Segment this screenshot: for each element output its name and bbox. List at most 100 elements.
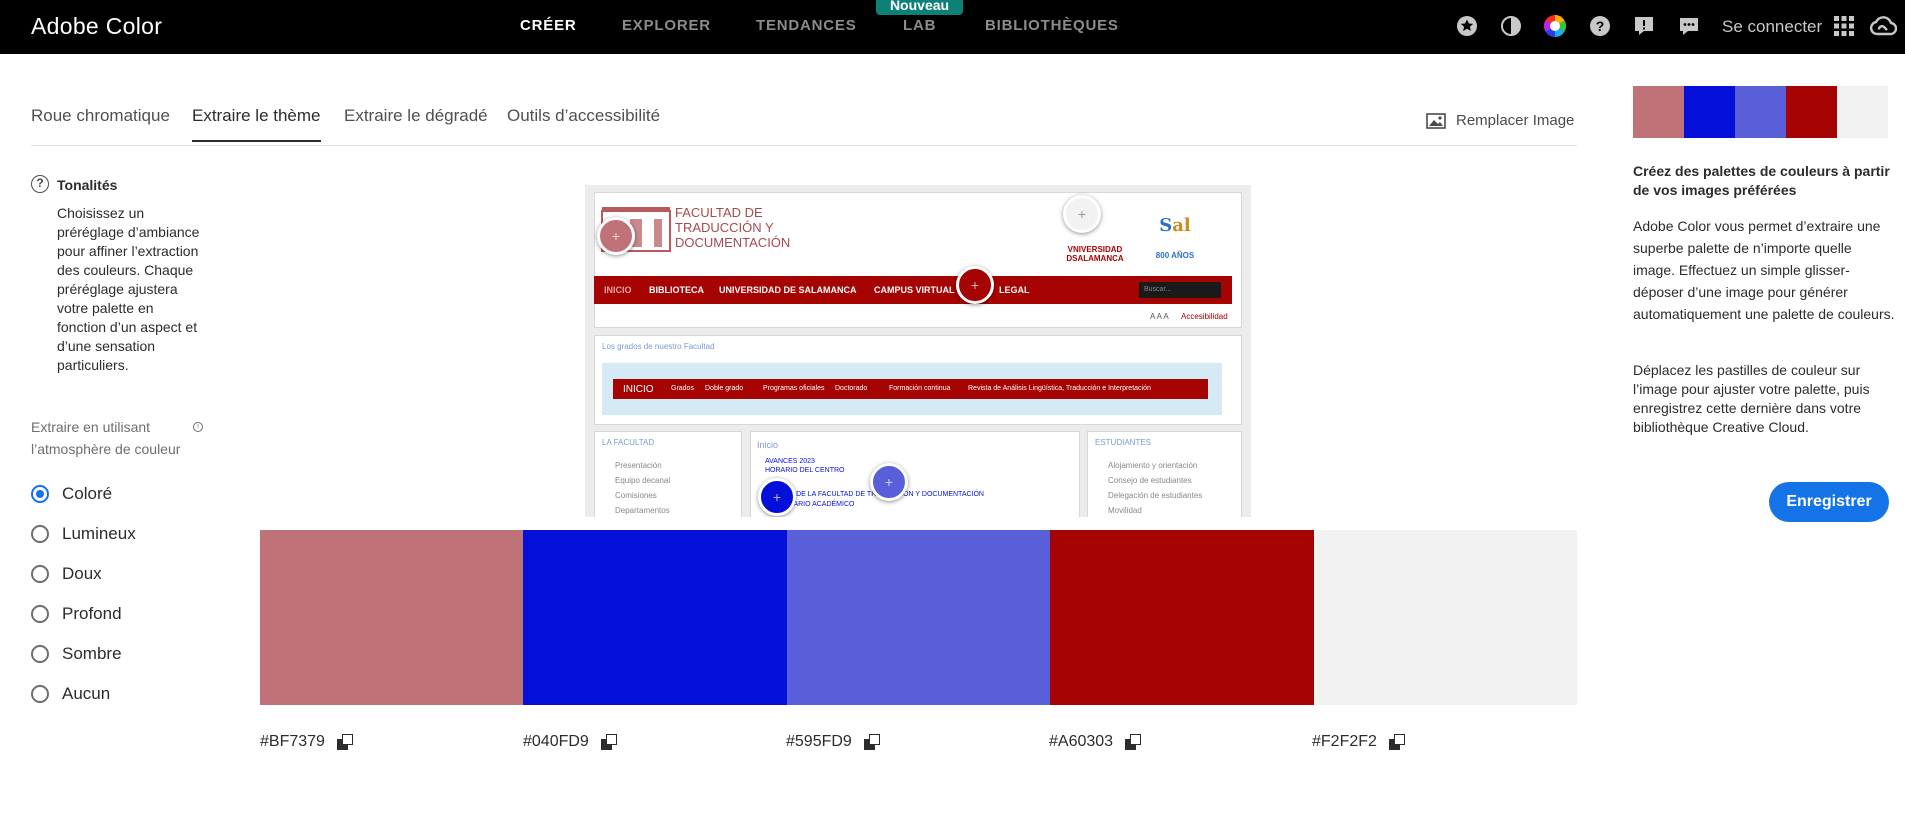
- hex-value-2: #040FD9: [523, 733, 618, 751]
- mode-tabs: Roue chromatique Extraire le thème Extra…: [31, 106, 1577, 146]
- info-icon[interactable]: i: [193, 422, 203, 432]
- hex-code[interactable]: #BF7379: [260, 733, 325, 751]
- preview-menu-item: LEGAL: [999, 285, 1030, 295]
- nav-item-explorer[interactable]: EXPLORER: [622, 17, 711, 34]
- tone-description: Choisissez un préréglage d’ambiance pour…: [57, 205, 200, 373]
- right-box-title: ESTUDIANTES: [1095, 438, 1152, 447]
- nav-item-creer[interactable]: CRÉER: [520, 17, 577, 34]
- color-handle-3[interactable]: +: [870, 463, 908, 501]
- inner-menu-item: Grados: [671, 385, 694, 392]
- contrast-icon[interactable]: [1499, 14, 1523, 38]
- hex-code[interactable]: #F2F2F2: [1312, 733, 1377, 751]
- mini-swatch-4: [1786, 86, 1837, 138]
- color-handle-2[interactable]: +: [758, 478, 796, 516]
- right-box-item: Movilidad: [1108, 506, 1142, 515]
- mood-radio-deep[interactable]: Profond: [31, 604, 122, 624]
- mood-radio-none[interactable]: Aucun: [31, 684, 110, 704]
- mood-radio-colorful[interactable]: Coloré: [31, 484, 112, 504]
- font-size-controls: A A A: [1150, 312, 1169, 321]
- tab-color-wheel[interactable]: Roue chromatique: [31, 106, 170, 140]
- inner-menu-item: Doble grado: [705, 385, 744, 392]
- preview-menu-item: UNIVERSIDAD DE SALAMANCA: [719, 285, 857, 295]
- palette-swatch-2[interactable]: [523, 530, 787, 705]
- right-box-item: Consejo de estudiantes: [1108, 476, 1192, 485]
- mood-radio-bright[interactable]: Lumineux: [31, 524, 136, 544]
- university-name: VNIVERSIDAD DSALAMANCA: [1066, 245, 1124, 263]
- hex-value-5: #F2F2F2: [1312, 733, 1406, 751]
- hex-code[interactable]: #040FD9: [523, 733, 589, 751]
- nav-item-tendances[interactable]: TENDANCES: [756, 17, 857, 34]
- mood-label: Doux: [62, 564, 102, 583]
- palette-swatch-1[interactable]: [260, 530, 524, 705]
- copy-icon[interactable]: [1125, 733, 1142, 751]
- copy-icon[interactable]: [600, 733, 618, 751]
- palette-swatch-5[interactable]: [1313, 530, 1578, 705]
- chat-icon[interactable]: [1677, 14, 1701, 38]
- hex-code[interactable]: #A60303: [1049, 733, 1113, 751]
- signin-link[interactable]: Se connecter: [1722, 17, 1822, 37]
- right-box-item: Delegación de estudiantes: [1108, 491, 1203, 500]
- copy-icon[interactable]: [1388, 733, 1406, 751]
- color-handle-5[interactable]: +: [1063, 195, 1101, 233]
- app-title[interactable]: Adobe Color: [31, 13, 162, 40]
- inner-menu-item: Revista de Análisis Lingüística, Traducc…: [968, 385, 1151, 392]
- mini-swatch-3: [1735, 86, 1786, 138]
- palette-swatches: [260, 530, 1578, 705]
- preview-search: Buscar...: [1139, 282, 1221, 298]
- creative-cloud-icon[interactable]: [1868, 14, 1898, 38]
- nav-item-bibliotheques[interactable]: BIBLIOTHÈQUES: [985, 17, 1119, 34]
- radio-dot: [31, 525, 49, 543]
- hex-code[interactable]: #595FD9: [786, 733, 852, 751]
- left-box-item: Departamentos: [615, 506, 670, 515]
- tab-extract-gradient[interactable]: Extraire le dégradé: [344, 106, 488, 140]
- anniversary-logo: Sal: [1159, 215, 1191, 236]
- apps-grid-icon[interactable]: [1832, 14, 1856, 38]
- right-box-item: Alojamiento y orientación: [1108, 461, 1198, 470]
- faculty-name: FACULTAD DE TRADUCCIÓN Y DOCUMENTACIÓN: [675, 205, 791, 250]
- feedback-icon[interactable]: [1632, 14, 1656, 38]
- left-box-title: LA FACULTAD: [602, 438, 655, 447]
- nav-item-lab[interactable]: LAB: [903, 17, 936, 34]
- palette-swatch-4[interactable]: [1050, 530, 1314, 705]
- mood-label: Aucun: [62, 684, 111, 703]
- hex-value-4: #A60303: [1049, 733, 1142, 751]
- palette-swatch-3[interactable]: [786, 530, 1051, 705]
- color-wheel-icon[interactable]: [1543, 14, 1567, 38]
- mini-swatch-1: [1633, 86, 1684, 138]
- accessibility-link: Accesibilidad: [1181, 312, 1228, 321]
- tab-extract-theme[interactable]: Extraire le thème: [192, 106, 321, 142]
- info-paragraph-2: Déplacez les pastilles de couleur sur l’…: [1633, 362, 1870, 435]
- radio-dot: [31, 685, 49, 703]
- replace-image-button[interactable]: Remplacer Image: [1426, 112, 1574, 129]
- mood-radio-muted[interactable]: Doux: [31, 564, 102, 584]
- color-handle-1[interactable]: +: [597, 217, 635, 255]
- tab-accessibility-tools[interactable]: Outils d’accessibilité: [507, 106, 660, 140]
- radio-dot: [31, 565, 49, 583]
- image-icon: [1426, 112, 1446, 129]
- inner-menu-item: Doctorado: [835, 385, 868, 392]
- inner-menu-item: Programas oficiales: [763, 385, 825, 392]
- source-image-preview[interactable]: FACULTAD DE TRADUCCIÓN Y DOCUMENTACIÓN V…: [585, 185, 1251, 517]
- star-icon[interactable]: [1455, 14, 1479, 38]
- left-box-item: Comisiones: [615, 491, 657, 500]
- info-paragraph-1: Adobe Color vous permet d’extraire une s…: [1633, 218, 1895, 322]
- inner-menu-item: Formación continua: [889, 385, 951, 392]
- inner-menu-item: INICIO: [623, 384, 654, 395]
- preview-inner-menu: INICIO Grados Doble grado Programas ofic…: [613, 379, 1208, 399]
- save-button[interactable]: Enregistrer: [1769, 482, 1889, 522]
- preview-menu-bar: INICIO BIBLIOTECA UNIVERSIDAD DE SALAMAN…: [594, 276, 1232, 304]
- copy-icon[interactable]: [336, 733, 354, 751]
- color-handle-4[interactable]: +: [956, 266, 994, 304]
- help-icon[interactable]: ?: [1588, 14, 1612, 38]
- svg-text:?: ?: [1596, 18, 1605, 34]
- hex-value-1: #BF7379: [260, 733, 354, 751]
- radio-dot: [31, 645, 49, 663]
- copy-icon[interactable]: [863, 733, 881, 751]
- center-box-item: HORARIO DEL CENTRO: [765, 467, 845, 474]
- center-box-item: AVANCES 2023: [765, 458, 815, 465]
- anniversary-text: 800 AÑOS: [1155, 251, 1195, 260]
- mini-swatch-2: [1684, 86, 1735, 138]
- mood-radio-dark[interactable]: Sombre: [31, 644, 122, 664]
- preview-menu-item: BIBLIOTECA: [649, 285, 704, 295]
- question-icon[interactable]: ?: [31, 175, 49, 193]
